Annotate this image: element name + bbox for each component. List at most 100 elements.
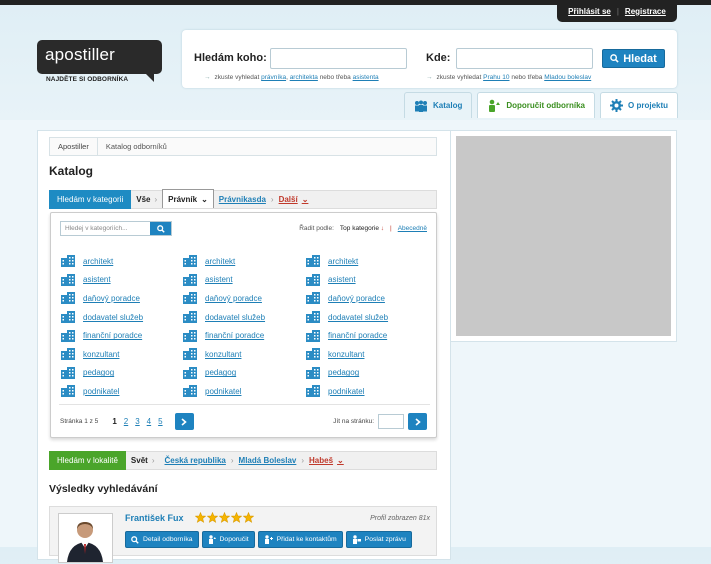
hint-link-boleslav[interactable]: Mladou boleslav [544,74,591,81]
category-link[interactable]: dodavatel služeb [205,313,265,322]
category-link[interactable]: pedagog [328,368,359,377]
category-item[interactable]: dodavatel služeb [61,308,181,327]
hint-text: nebo třeba [319,74,351,81]
category-item[interactable]: asistent [183,271,303,290]
page-link[interactable]: 4 [147,417,151,426]
category-link[interactable]: podnikatel [205,387,241,396]
login-link[interactable]: Přihlásit se [568,7,611,16]
category-link[interactable]: asistent [328,275,356,284]
category-link[interactable]: dodavatel služeb [83,313,143,322]
tab-doporucit[interactable]: Doporučit odborníka [477,92,596,118]
category-link[interactable]: daňový poradce [328,294,385,303]
category-item[interactable]: daňový poradce [61,289,181,308]
category-link[interactable]: pedagog [83,368,114,377]
category-search-button[interactable] [150,222,171,235]
sort-top[interactable]: Top kategorie ↓ [340,225,384,232]
category-item[interactable]: finanční poradce [183,326,303,345]
category-item[interactable]: podnikatel [183,382,303,401]
search-icon [610,54,619,63]
avatar[interactable] [58,513,113,563]
category-link[interactable]: pedagog [205,368,236,377]
category-item[interactable]: asistent [61,271,181,290]
page-jump-input[interactable] [378,414,404,429]
hint-link-praha[interactable]: Prahu 10 [483,74,509,81]
breadcrumb-home[interactable]: Apostiller [50,138,98,155]
page-link[interactable]: 5 [158,417,162,426]
category-link[interactable]: podnikatel [83,387,119,396]
category-item[interactable]: architekt [183,252,303,271]
page-link[interactable]: 1 [112,417,116,426]
next-page-button[interactable] [174,413,194,430]
filter-more[interactable]: Další ⌄ [274,195,314,204]
category-link[interactable]: finanční poradce [83,331,142,340]
where-input[interactable] [456,48,593,69]
page-title: Katalog [49,164,94,178]
category-item[interactable]: finanční poradce [61,326,181,345]
logo[interactable]: apostiller [37,40,162,82]
category-item[interactable]: dodavatel služeb [306,308,426,327]
category-item[interactable]: finanční poradce [306,326,426,345]
category-link[interactable]: dodavatel služeb [328,313,388,322]
category-link[interactable]: daňový poradce [83,294,140,303]
category-search-input[interactable]: Hledej v kategoriích... [61,222,150,235]
chevron-right-icon [181,417,187,426]
filter-pravnik[interactable]: Právník ⌄ [162,189,214,208]
category-item[interactable]: daňový poradce [306,289,426,308]
filter-pravnikasda[interactable]: Právnikasda [214,195,271,204]
category-link[interactable]: finanční poradce [328,331,387,340]
category-link[interactable]: podnikatel [328,387,364,396]
location-more[interactable]: Habeš ⌄ [304,456,349,465]
category-link[interactable]: finanční poradce [205,331,264,340]
building-icon [61,273,75,286]
category-item[interactable]: pedagog [306,364,426,383]
tab-katalog[interactable]: Katalog [404,92,473,118]
category-item[interactable]: konzultant [61,345,181,364]
page-link[interactable]: 2 [124,417,128,426]
category-link[interactable]: konzultant [83,350,119,359]
result-actions: Detail odborníka Doporučit Přidat ke kon… [125,531,412,548]
location-world[interactable]: Svět › [126,456,160,465]
category-item[interactable]: asistent [306,271,426,290]
category-link[interactable]: konzultant [328,350,364,359]
category-link[interactable]: architekt [83,257,113,266]
category-item[interactable]: konzultant [183,345,303,364]
send-message-button[interactable]: Poslat zprávu [345,531,412,548]
location-boleslav[interactable]: Mladá Boleslav [234,456,302,465]
location-czech[interactable]: Česká republika [160,456,231,465]
filter-all[interactable]: Vše › [131,195,162,204]
who-input[interactable] [270,48,407,69]
category-item[interactable]: podnikatel [61,382,181,401]
recommend-button[interactable]: Doporučit [201,531,255,548]
category-link[interactable]: architekt [205,257,235,266]
category-item[interactable]: konzultant [306,345,426,364]
add-contact-button[interactable]: Přidat ke kontaktům [257,531,343,548]
register-link[interactable]: Registrace [625,7,666,16]
category-item[interactable]: pedagog [183,364,303,383]
search-button[interactable]: Hledat [602,49,665,68]
category-item[interactable]: daňový poradce [183,289,303,308]
category-item[interactable]: podnikatel [306,382,426,401]
rating-stars [194,511,255,523]
category-item[interactable]: architekt [61,252,181,271]
category-item[interactable]: architekt [306,252,426,271]
hint-link-asistenta[interactable]: asistenta [353,74,379,81]
breadcrumb-current: Katalog odborníků [105,142,167,151]
page-jump: Jít na stránku: [333,413,427,430]
category-link[interactable]: daňový poradce [205,294,262,303]
page-jump-button[interactable] [408,413,427,430]
category-link[interactable]: architekt [328,257,358,266]
hint-text: zkuste vyhledat [436,74,482,81]
hint-link-architekta[interactable]: architekta [290,74,318,81]
category-item[interactable]: dodavatel služeb [183,308,303,327]
tab-o-projektu[interactable]: O projektu [600,92,679,118]
category-link[interactable]: asistent [83,275,111,284]
detail-button[interactable]: Detail odborníka [125,531,199,548]
category-item[interactable]: pedagog [61,364,181,383]
result-name[interactable]: František Fux [125,513,184,523]
category-link[interactable]: konzultant [205,350,241,359]
category-link[interactable]: asistent [205,275,233,284]
hint-link-pravnika[interactable]: právníka [261,74,286,81]
building-icon [306,273,320,286]
page-link[interactable]: 3 [135,417,139,426]
sort-alpha[interactable]: Abecedně [398,225,427,232]
